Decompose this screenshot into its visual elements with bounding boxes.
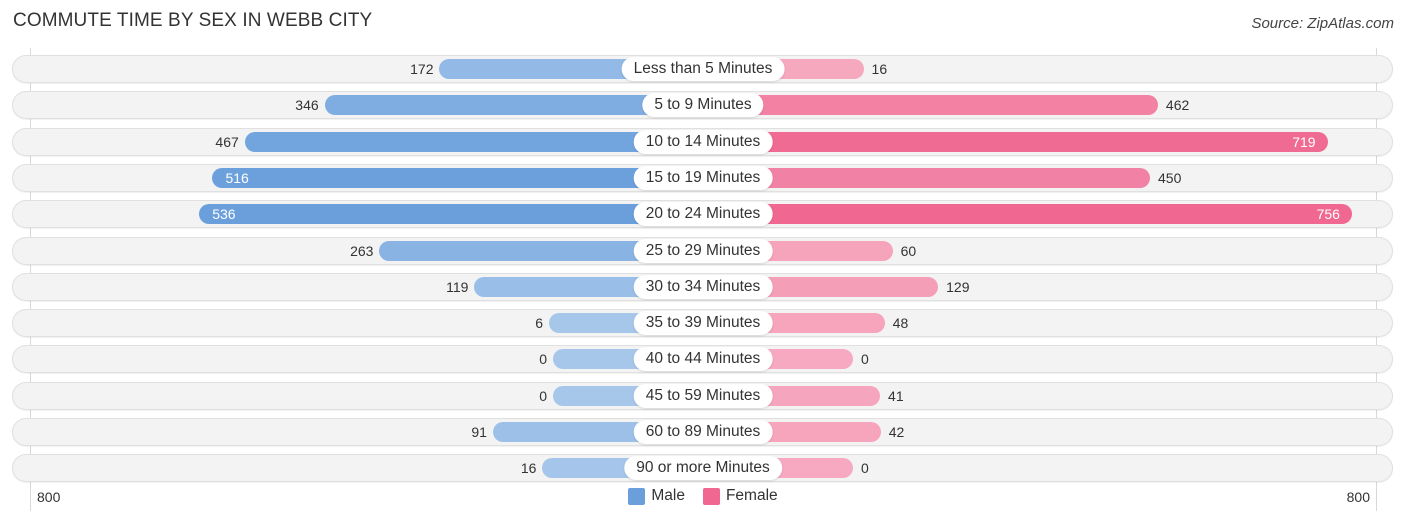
value-label-male: 0	[539, 387, 547, 404]
value-label-male: 263	[350, 242, 374, 259]
value-label-female: 450	[1158, 169, 1182, 186]
value-label-female: 462	[1165, 97, 1190, 114]
legend-label-female: Female	[725, 487, 778, 504]
category-label: 10 to 14 Minutes	[633, 129, 773, 154]
legend-item-male: Male	[628, 487, 685, 505]
value-label-female: 42	[888, 424, 905, 440]
value-label-male: 6	[535, 315, 544, 332]
category-label: 35 to 39 Minutes	[633, 311, 773, 336]
value-label-female: 129	[946, 278, 970, 295]
category-label: Less than 5 Minutes	[621, 57, 785, 81]
value-label-male: 119	[446, 278, 469, 295]
category-label: 40 to 44 Minutes	[633, 347, 773, 372]
value-label-male: 346	[295, 97, 319, 114]
value-label-female: 719	[1292, 133, 1316, 150]
legend-swatch-male	[628, 487, 646, 505]
value-label-male: 467	[215, 133, 239, 150]
value-label-male: 536	[212, 206, 236, 223]
value-label-female: 60	[900, 242, 917, 259]
category-label: 20 to 24 Minutes	[633, 202, 773, 227]
category-label: 30 to 34 Minutes	[633, 274, 773, 299]
category-label: 90 or more Minutes	[624, 456, 782, 481]
value-label-male: 91	[471, 424, 487, 440]
legend-label-male: Male	[651, 487, 685, 504]
bar-female	[703, 204, 1352, 225]
legend: Male Female	[0, 487, 1406, 505]
category-label: 45 to 59 Minutes	[633, 383, 773, 408]
legend-item-female: Female	[702, 487, 778, 505]
chart-title: COMMUTE TIME BY SEX IN WEBB CITY	[13, 10, 373, 31]
category-label: 15 to 19 Minutes	[633, 165, 773, 190]
bar-male	[212, 167, 703, 188]
value-label-female: 756	[1316, 206, 1340, 223]
value-label-female: 0	[861, 351, 869, 368]
value-label-male: 172	[410, 61, 434, 77]
legend-swatch-female	[702, 487, 720, 505]
value-label-female: 0	[861, 460, 869, 477]
value-label-male: 516	[225, 169, 249, 186]
bar-male	[199, 204, 703, 225]
bar-female	[703, 131, 1328, 152]
value-label-male: 0	[539, 351, 547, 368]
category-label: 25 to 29 Minutes	[633, 238, 773, 263]
bar-female	[703, 95, 1158, 116]
value-label-male: 16	[520, 460, 537, 477]
value-label-female: 41	[888, 387, 904, 404]
value-label-female: 16	[871, 61, 888, 77]
category-label: 60 to 89 Minutes	[633, 420, 773, 444]
source-label: Source: ZipAtlas.com	[1251, 15, 1394, 32]
value-label-female: 48	[892, 315, 909, 332]
category-label: 5 to 9 Minutes	[642, 93, 764, 118]
